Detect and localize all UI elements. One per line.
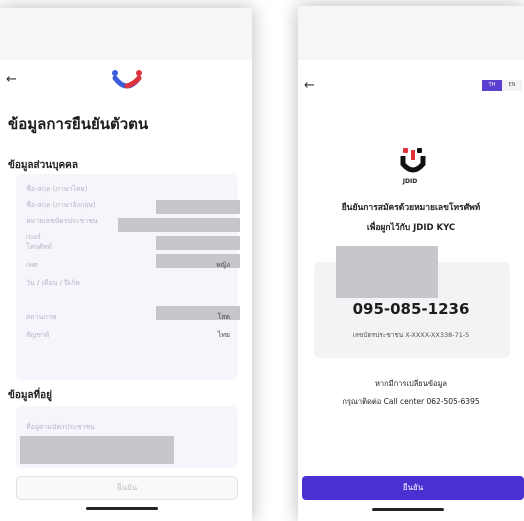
- status-bar: [298, 6, 524, 60]
- id-number-line: เลขบัตรประชาชน X-XXXX-XX338-71-5: [352, 331, 470, 339]
- back-arrow-icon[interactable]: ←: [6, 72, 17, 87]
- jdid-logo-text: JDID: [402, 178, 418, 185]
- address-card: ที่อยู่ตามบัตรประชาชน: [16, 406, 238, 468]
- info-row-thai-name: ชื่อ-สกุล (ภาษาไทย): [26, 182, 230, 196]
- phone-number: 095-085-1236: [352, 300, 470, 318]
- info-label: ชื่อ-สกุล (ภาษาไทย): [26, 185, 88, 193]
- info-label: วัน / เดือน / ปีเกิด: [26, 279, 80, 287]
- kyc-heading-line2: เพื่อผูกไว้กับ JDID KYC: [366, 223, 456, 233]
- language-switch: TH EN: [482, 80, 522, 91]
- info-label: หมายเลขบัตรประชาชน: [26, 217, 98, 225]
- kyc-heading-line1: ยืนยันการสมัครด้วยหมายเลขโทรศัพท์: [341, 203, 481, 213]
- info-label: เพศ: [26, 261, 38, 269]
- info-row-nationality: สัญชาติ ไทย: [26, 328, 230, 342]
- page-title: ข้อมูลการยืนยันตัวตน: [8, 115, 149, 133]
- home-indicator: [372, 508, 444, 511]
- redacted-name: [336, 246, 438, 298]
- status-bar: [0, 8, 252, 60]
- address-label: ที่อยู่ตามบัตรประชาชน: [26, 423, 95, 431]
- lang-en-button[interactable]: EN: [502, 80, 522, 91]
- personal-info-card: ชื่อ-สกุล (ภาษาไทย) ชื่อ-สกุล (ภาษาอังกฤ…: [16, 174, 240, 380]
- info-label: สถานภาพ: [26, 313, 57, 321]
- confirm-button[interactable]: ยืนยัน: [302, 476, 524, 500]
- nationality-value: ไทย: [217, 331, 230, 339]
- gender-value: หญิง: [216, 261, 230, 269]
- address-row: ที่อยู่ตามบัตรประชาชน: [26, 420, 230, 434]
- home-indicator: [86, 507, 158, 510]
- info-row-english-name: ชื่อ-สกุล (ภาษาอังกฤษ): [26, 198, 230, 212]
- info-row-birthdate: วัน / เดือน / ปีเกิด: [26, 276, 230, 290]
- change-notice-line1: หากมีการเปลี่ยนข้อมูล: [374, 379, 448, 388]
- back-arrow-icon[interactable]: ←: [304, 78, 315, 93]
- info-row-gender: เพศ หญิง: [26, 258, 230, 272]
- info-label: ชื่อ-สกุล (ภาษาอังกฤษ): [26, 201, 96, 209]
- kyc-phone-confirm-screen: ← TH EN JDID ยืนยันการสมัครด้วยหมายเลขโท…: [298, 6, 524, 521]
- address-section-title: ข้อมูลที่อยู่: [8, 390, 53, 401]
- confirm-button[interactable]: ยืนยัน: [16, 476, 238, 500]
- jdid-logo-icon: [400, 148, 426, 173]
- marital-status-value: โสด: [217, 313, 230, 321]
- brand-logo-icon: [112, 70, 142, 89]
- info-row-marital-status: สถานภาพ โสด: [26, 310, 230, 324]
- info-row-id-number: หมายเลขบัตรประชาชน: [26, 214, 230, 228]
- change-notice-line2: กรุณาติดต่อ Call center 062-505-6395: [342, 397, 480, 406]
- lang-th-button[interactable]: TH: [482, 80, 502, 91]
- info-row-phone-cont: โทรศัพท์: [26, 240, 230, 254]
- redacted-address: [20, 436, 174, 464]
- info-label: โทรศัพท์: [26, 243, 52, 251]
- info-label: สัญชาติ: [26, 331, 50, 339]
- personal-section-title: ข้อมูลส่วนบุคคล: [8, 160, 78, 171]
- identity-info-screen: ← ข้อมูลการยืนยันตัวตน ข้อมูลส่วนบุคคล ช…: [0, 8, 252, 521]
